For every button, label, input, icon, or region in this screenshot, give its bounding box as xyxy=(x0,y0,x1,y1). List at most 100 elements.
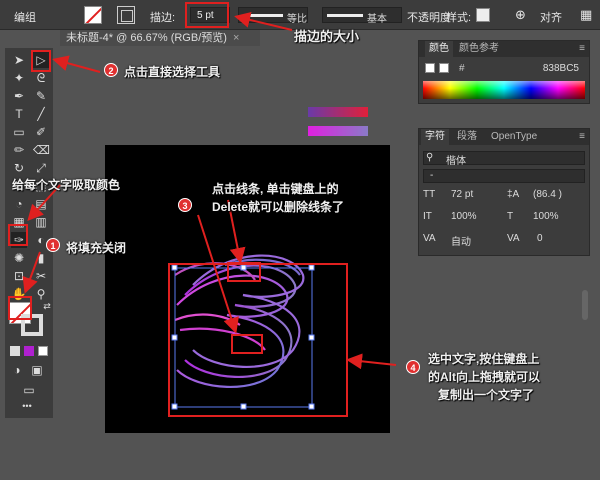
font-style-select[interactable]: - xyxy=(423,169,585,183)
tab-color[interactable]: 颜色 xyxy=(425,41,453,57)
hash-icon: # xyxy=(459,63,465,74)
none-mode-icon[interactable] xyxy=(38,346,48,356)
symbol-sprayer-icon[interactable]: ✺ xyxy=(11,250,27,266)
annotation-delete-line-2: Delete就可以删除线条了 xyxy=(212,200,345,214)
color-panel: 颜色 颜色参考 ≡ # 838BC5 xyxy=(418,40,590,104)
horizontal-scale-value[interactable]: 100% xyxy=(533,211,559,222)
annotation-alt-copy-line-2: 的Alt向上拖拽就可以 xyxy=(428,370,540,384)
rotate-tool-icon[interactable]: ↻ xyxy=(11,160,27,176)
highlight-stroke-weight xyxy=(185,2,229,28)
panel-menu-icon[interactable]: ≡ xyxy=(579,43,585,54)
stroke-line-preview xyxy=(243,14,283,17)
slice-tool-icon[interactable]: ✂ xyxy=(33,268,49,284)
paintbrush-icon[interactable]: ✐ xyxy=(33,124,49,140)
highlight-glyph-group xyxy=(168,263,348,417)
panel-scrollbar[interactable] xyxy=(582,290,588,320)
annotation-direct-select: 点击直接选择工具 xyxy=(124,65,221,79)
brush-dropdown[interactable]: 基本 xyxy=(322,7,402,25)
color-white-swatch[interactable] xyxy=(439,63,449,73)
character-panel-tabs: 字符 段落 OpenType ≡ xyxy=(419,129,589,145)
tab-character[interactable]: 字符 xyxy=(421,129,449,145)
font-style-value: - xyxy=(430,170,434,181)
kerning-icon: VA xyxy=(423,233,436,244)
style-label: 样式: xyxy=(446,12,472,24)
stroke-label: 描边: xyxy=(150,12,176,24)
artboard-tool-icon[interactable]: ⊡ xyxy=(11,268,27,284)
perspective-grid-icon[interactable]: ▤ xyxy=(33,196,49,212)
annotation-delete-line-1: 点击线条, 单击键盘上的 xyxy=(212,182,339,196)
annotation-fill-off: 将填充关闭 xyxy=(66,241,127,255)
vertical-scale-value[interactable]: 100% xyxy=(451,211,477,222)
color-mode-icon[interactable] xyxy=(10,346,20,356)
transform-icon[interactable]: ▦ xyxy=(580,7,592,23)
tab-opentype[interactable]: OpenType xyxy=(487,129,541,145)
align-label[interactable]: 对齐 xyxy=(540,9,562,25)
font-family-value: 楷体 xyxy=(446,156,466,167)
eraser-icon[interactable]: ⌫ xyxy=(33,142,50,158)
gradient-swatch-top[interactable] xyxy=(308,107,368,117)
globe-icon[interactable]: ⊕ xyxy=(515,7,526,23)
pencil-icon[interactable]: ✏ xyxy=(11,142,27,158)
lasso-icon[interactable]: ᘓ xyxy=(33,70,49,86)
stroke-swatch[interactable] xyxy=(117,6,135,24)
horizontal-scale-icon: T xyxy=(507,211,514,222)
tab-color-guide[interactable]: 颜色参考 xyxy=(455,41,503,57)
uniform-label: 等比 xyxy=(287,14,307,25)
leading-icon: ‡A xyxy=(507,189,520,200)
vertical-scale-icon: IT xyxy=(423,211,432,222)
gradient-tool-icon[interactable]: ▥ xyxy=(33,214,49,230)
gradient-swatch-bottom[interactable] xyxy=(308,126,368,136)
more-tools-icon[interactable]: ••• xyxy=(19,398,35,414)
hex-value[interactable]: 838BC5 xyxy=(543,63,579,74)
scale-tool-icon[interactable]: ⤢ xyxy=(33,160,49,176)
tab-paragraph[interactable]: 段落 xyxy=(453,129,481,145)
draw-mode-icon[interactable]: ◑ xyxy=(9,362,25,378)
shape-builder-icon[interactable]: ◔ xyxy=(11,196,27,212)
step-1-badge: 1 xyxy=(46,238,60,252)
swap-fill-stroke-icon[interactable]: ⇄ xyxy=(39,298,55,314)
tracking-icon: VA xyxy=(507,233,520,244)
curvature-tool-icon[interactable]: ✎ xyxy=(33,88,49,104)
color-none-swatch[interactable] xyxy=(425,63,435,73)
style-swatch[interactable] xyxy=(476,8,490,22)
highlight-eyedropper xyxy=(8,224,28,246)
close-icon[interactable]: × xyxy=(233,32,239,44)
rectangle-tool-icon[interactable]: ▭ xyxy=(11,124,27,140)
basic-label: 基本 xyxy=(367,14,387,25)
type-tool-icon[interactable]: T xyxy=(11,106,27,122)
tracking-value[interactable]: 0 xyxy=(537,233,543,244)
kerning-value[interactable]: 自动 xyxy=(451,233,471,248)
step-4-badge: 4 xyxy=(406,360,420,374)
font-size-icon: TT xyxy=(423,189,436,200)
step-2-badge: 2 xyxy=(104,63,118,77)
color-panel-tabs: 颜色 颜色参考 ≡ xyxy=(419,41,589,57)
change-screen-mode-icon[interactable]: ▭ xyxy=(21,382,37,398)
mode-label: 编组 xyxy=(14,12,36,24)
screen-mode-icon[interactable]: ▣ xyxy=(29,362,45,378)
highlight-fill xyxy=(8,296,32,320)
search-icon: ⚲ xyxy=(426,152,434,163)
color-spectrum[interactable] xyxy=(423,81,585,99)
column-graph-icon[interactable]: ▮ xyxy=(33,250,49,266)
pen-tool-icon[interactable]: ✒ xyxy=(11,88,27,104)
spectrum-overlay xyxy=(423,81,585,99)
panel-menu-icon[interactable]: ≡ xyxy=(579,131,585,142)
document-tab[interactable]: 未标题-4* @ 66.67% (RGB/预览) × xyxy=(60,30,260,46)
leading-value[interactable]: (86.4 ) xyxy=(533,189,562,200)
document-tab-title: 未标题-4* @ 66.67% (RGB/预览) xyxy=(66,32,227,44)
selection-tool-icon[interactable]: ➤ xyxy=(11,52,27,68)
font-family-select[interactable]: ⚲ 楷体 xyxy=(423,151,585,167)
annotation-eyedropper: 给每个文字吸取颜色 xyxy=(12,178,121,192)
magic-wand-icon[interactable]: ✦ xyxy=(11,70,27,86)
step-3-badge: 3 xyxy=(178,198,192,212)
font-size-value[interactable]: 72 pt xyxy=(451,189,473,200)
brush-line-preview xyxy=(327,14,363,17)
fill-none-swatch[interactable] xyxy=(84,6,102,24)
annotation-alt-copy-line-3: 复制出一个文字了 xyxy=(438,388,535,402)
character-panel: 字符 段落 OpenType ≡ ⚲ 楷体 - TT 72 pt ‡A (86.… xyxy=(418,128,590,256)
variable-width-dropdown[interactable]: 等比 xyxy=(238,7,308,25)
gradient-mode-icon[interactable] xyxy=(24,346,34,356)
highlight-direct-selection xyxy=(31,50,51,72)
line-tool-icon[interactable]: ╱ xyxy=(33,106,49,122)
opacity-label: 不透明度 xyxy=(407,12,451,24)
